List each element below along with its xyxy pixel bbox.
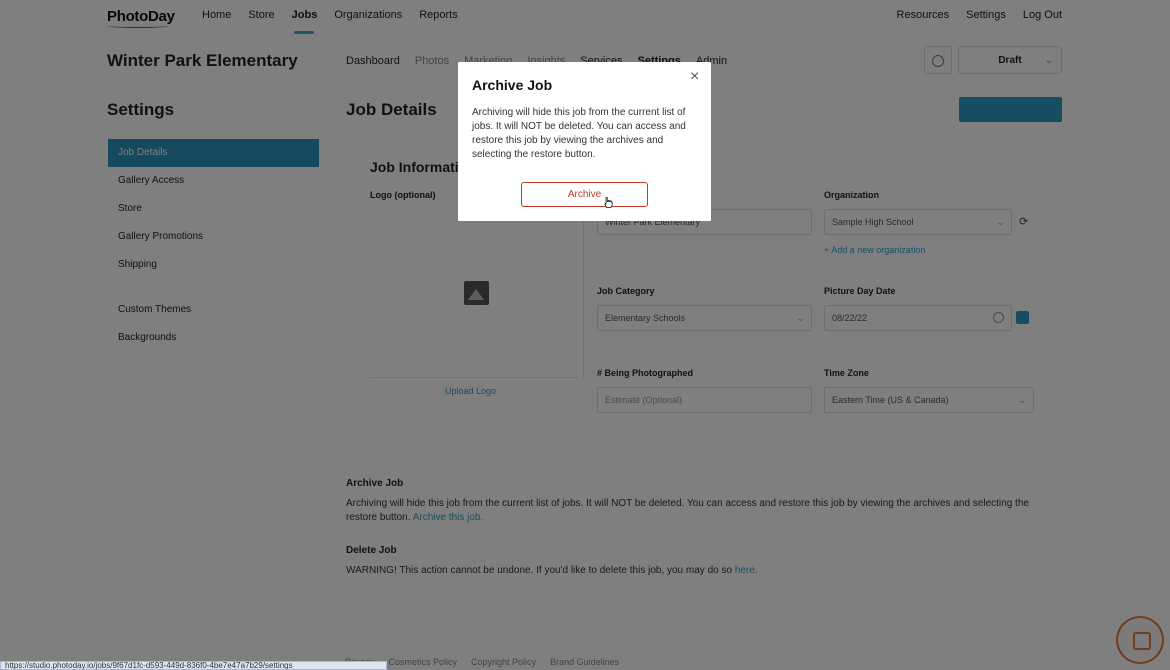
archive-job-modal: Archive Job × Archiving will hide this j… <box>458 62 711 221</box>
archive-button[interactable]: Archive <box>521 182 648 207</box>
modal-title: Archive Job <box>472 77 553 93</box>
modal-body: Archiving will hide this job from the cu… <box>472 107 686 160</box>
status-bar-url: https://studio.photoday.io/jobs/9f67d1fc… <box>0 661 387 670</box>
close-icon[interactable]: × <box>690 69 699 85</box>
hand-cursor-icon <box>604 197 613 208</box>
